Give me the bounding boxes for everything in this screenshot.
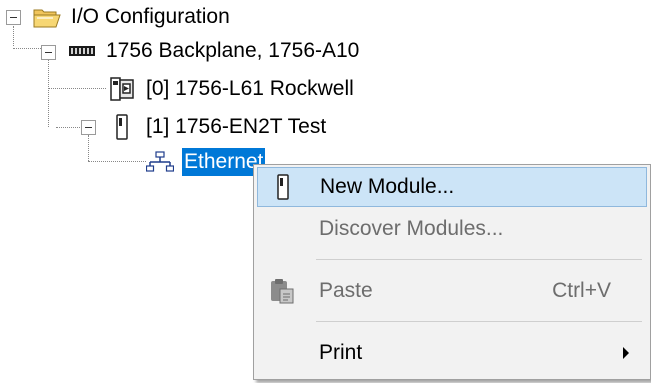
tree-node-controller-slot-0[interactable]: [0] 1756-L61 Rockwell	[108, 74, 356, 104]
network-icon	[146, 149, 174, 175]
folder-icon	[33, 4, 61, 30]
menu-item-shortcut: Ctrl+V	[552, 279, 611, 302]
menu-item-new-module[interactable]: New Module...	[257, 167, 647, 207]
tree-node-en2t-slot-1[interactable]: [1] 1756-EN2T Test	[108, 112, 328, 142]
module-icon	[270, 173, 296, 201]
menu-item-print[interactable]: Print	[257, 333, 647, 373]
submenu-arrow-icon	[623, 347, 629, 359]
menu-item-label: Discover Modules...	[319, 217, 504, 240]
controller-icon	[108, 76, 136, 102]
tree-node-ethernet[interactable]: Ethernet	[146, 147, 266, 177]
tree-connector	[48, 88, 106, 89]
menu-item-label: New Module...	[320, 175, 455, 198]
collapse-toggle-io-configuration[interactable]	[6, 10, 21, 25]
menu-item-discover-modules[interactable]: Discover Modules...	[257, 209, 647, 249]
clipboard-paste-icon	[269, 277, 295, 305]
backplane-icon	[68, 38, 96, 64]
tree-connector	[48, 60, 49, 127]
tree-node-backplane[interactable]: 1756 Backplane, 1756-A10	[68, 36, 361, 66]
tree-node-label: [1] 1756-EN2T Test	[146, 115, 327, 138]
menu-item-label: Print	[319, 341, 363, 364]
tree-node-label: [0] 1756-L61 Rockwell	[146, 77, 354, 100]
tree-node-label: 1756 Backplane, 1756-A10	[106, 39, 360, 62]
tree-node-label: I/O Configuration	[71, 5, 230, 28]
collapse-toggle-backplane[interactable]	[41, 45, 56, 60]
tree-node-io-configuration[interactable]: I/O Configuration	[33, 2, 232, 32]
tree-connector	[88, 161, 146, 162]
context-menu: New Module... Discover Modules... Paste …	[253, 164, 651, 380]
tree-connector	[56, 127, 80, 128]
menu-item-label: Paste	[319, 279, 373, 302]
tree-connector	[88, 135, 89, 161]
menu-separator	[316, 321, 642, 322]
collapse-toggle-en2t-module[interactable]	[81, 120, 96, 135]
menu-separator	[316, 259, 642, 260]
module-icon	[108, 114, 136, 140]
tree-connector	[13, 26, 14, 46]
menu-item-paste[interactable]: Paste Ctrl+V	[257, 271, 647, 311]
